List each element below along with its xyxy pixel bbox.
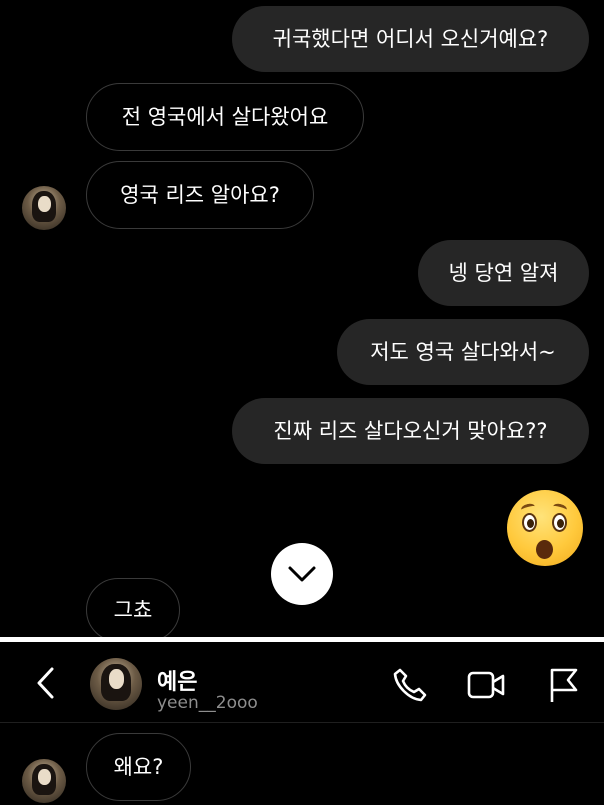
video-camera-icon [467,671,505,699]
message-bubble-incoming[interactable]: 전 영국에서 살다왔어요 [86,83,364,151]
message-bubble-incoming[interactable]: 왜요? [86,733,191,801]
video-call-button[interactable] [465,664,507,706]
phone-icon [393,668,427,702]
header-avatar[interactable] [90,658,142,710]
back-button[interactable] [24,662,66,704]
message-bubble-outgoing[interactable]: 귀국했다면 어디서 오신거예요? [232,6,589,72]
conversation-header: 예은 yeen__2ooo [0,637,604,723]
message-text: 넹 당연 알져 [448,260,559,285]
contact-username: yeen__2ooo [157,693,258,713]
chevron-down-icon [288,566,316,582]
message-bubble-outgoing[interactable]: 저도 영국 살다와서~ [337,319,589,385]
report-button[interactable] [542,664,584,706]
message-bubble-incoming[interactable]: 영국 리즈 알아요? [86,161,314,229]
audio-call-button[interactable] [389,664,431,706]
message-text: 영국 리즈 알아요? [120,182,280,207]
contact-name[interactable]: 예은 [157,664,197,696]
message-text: 그쵸 [113,597,153,622]
message-text: 귀국했다면 어디서 오신거예요? [272,26,549,51]
chevron-left-icon [37,667,54,699]
message-text: 왜요? [113,754,164,779]
message-bubble-outgoing[interactable]: 넹 당연 알져 [418,240,589,306]
sender-avatar[interactable] [22,759,66,803]
message-bubble-outgoing[interactable]: 진짜 리즈 살다오신거 맞아요?? [232,398,589,464]
flag-icon [550,668,578,702]
message-text: 진짜 리즈 살다오신거 맞아요?? [273,418,548,443]
astonished-face-icon[interactable] [507,490,583,566]
sender-avatar[interactable] [22,186,66,230]
message-bubble-incoming[interactable]: 그쵸 [86,578,180,642]
scroll-to-bottom-button[interactable] [271,543,333,605]
message-text: 저도 영국 살다와서~ [370,339,556,364]
message-text: 전 영국에서 살다왔어요 [121,104,329,129]
